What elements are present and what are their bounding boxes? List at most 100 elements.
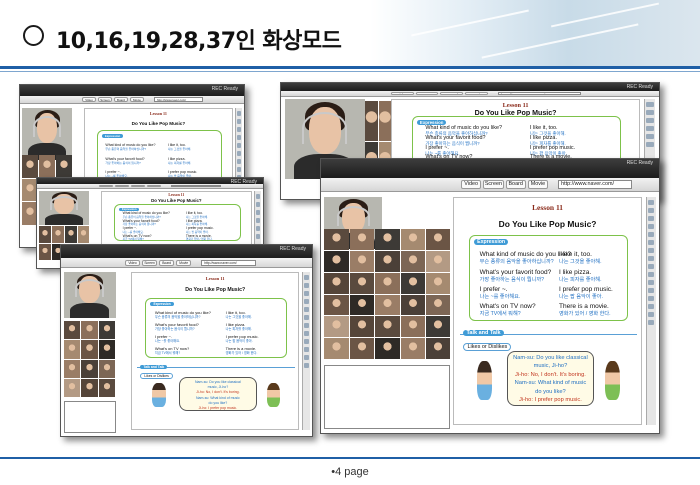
student-thumbnail[interactable]	[365, 101, 378, 141]
chat-panel[interactable]	[324, 365, 451, 429]
header-thin-rule	[0, 71, 700, 72]
student-thumbnail[interactable]	[400, 229, 425, 250]
window-toolbar: VideoScreenBoardMovie http://www.naver.co…	[61, 258, 312, 268]
student-thumbnail[interactable]	[52, 226, 64, 243]
toolbar-button-0[interactable]: Video	[82, 97, 96, 103]
expression-question-translation: 지금 TV에서 뭐해?	[154, 351, 181, 356]
dialogue-line: Nam-su: What kind of music	[514, 380, 587, 387]
toolbar-button-2[interactable]: Board	[440, 91, 464, 96]
url-field[interactable]: http://www.naver.com/	[154, 97, 204, 103]
student-thumbnail[interactable]	[56, 155, 73, 178]
expression-question: What's on TV now?	[479, 303, 536, 311]
student-thumbnail[interactable]	[349, 294, 375, 316]
student-video-grid	[324, 229, 451, 359]
toolbar-button-0[interactable]: Video	[99, 184, 113, 188]
student-thumbnail[interactable]	[39, 243, 51, 260]
expression-answer-translation: 나는 팝 음악이 좋아.	[559, 294, 603, 301]
student-thumbnail[interactable]	[324, 316, 349, 338]
expression-box: Expression What kind of music do you like…	[114, 203, 241, 241]
student-thumbnail[interactable]	[22, 155, 39, 178]
expression-answer-translation: 나는 그것을 좋아해.	[167, 147, 192, 152]
chat-panel[interactable]	[63, 401, 116, 433]
toolbar-button-3[interactable]: Movie	[465, 91, 488, 96]
tool-strip[interactable]	[301, 271, 310, 431]
student-thumbnail[interactable]	[400, 294, 425, 316]
toolbar-button-3[interactable]: Movie	[176, 259, 192, 266]
toolbar-button-1[interactable]: Screen	[98, 97, 112, 103]
toolbar-button-1[interactable]: Screen	[142, 259, 158, 266]
student-thumbnail[interactable]	[375, 272, 400, 294]
student-thumbnail[interactable]	[425, 338, 451, 359]
student-thumbnail[interactable]	[77, 226, 90, 243]
toolbar-button-3[interactable]: Movie	[130, 97, 144, 103]
expression-tag: Expression	[150, 302, 174, 307]
toolbar-button-1[interactable]: Screen	[115, 184, 129, 188]
student-thumbnail[interactable]	[63, 378, 81, 397]
expression-answer-translation: 나는 피자를 좋아해.	[225, 327, 252, 332]
student-thumbnail[interactable]	[400, 272, 425, 294]
student-thumbnail[interactable]	[349, 272, 375, 294]
likes-label: Likes or Dislikes	[140, 372, 173, 379]
student-thumbnail[interactable]	[324, 338, 349, 359]
expression-answer-translation: 영화가 있어 / 영화 한다.	[225, 351, 258, 356]
student-thumbnail[interactable]	[63, 321, 81, 340]
student-thumbnail[interactable]	[349, 316, 375, 338]
student-thumbnail[interactable]	[324, 250, 349, 272]
student-thumbnail[interactable]	[378, 101, 391, 141]
student-thumbnail[interactable]	[400, 338, 425, 359]
student-thumbnail[interactable]	[64, 226, 77, 243]
toolbar-button-2[interactable]: Board	[505, 180, 526, 189]
student-thumbnail[interactable]	[98, 378, 116, 397]
student-thumbnail[interactable]	[324, 272, 349, 294]
student-thumbnail[interactable]	[349, 338, 375, 359]
toolbar-button-2[interactable]: Board	[114, 97, 128, 103]
lesson-number: Lesson 11	[532, 202, 563, 212]
student-thumbnail[interactable]	[63, 359, 81, 378]
toolbar-button-1[interactable]: Screen	[415, 91, 439, 96]
toolbar-button-0[interactable]: Video	[461, 180, 482, 189]
student-thumbnail[interactable]	[324, 229, 349, 250]
student-thumbnail[interactable]	[375, 294, 400, 316]
toolbar-button-1[interactable]: Screen	[483, 180, 504, 189]
student-thumbnail[interactable]	[81, 359, 98, 378]
toolbar-button-2[interactable]: Board	[159, 259, 175, 266]
student-thumbnail[interactable]	[425, 316, 451, 338]
student-thumbnail[interactable]	[425, 229, 451, 250]
student-thumbnail[interactable]	[425, 272, 451, 294]
student-thumbnail[interactable]	[375, 229, 400, 250]
student-thumbnail[interactable]	[98, 321, 116, 340]
toolbar-button-3[interactable]: Movie	[147, 184, 161, 188]
url-field[interactable]: http://www.naver.com/	[558, 180, 633, 189]
student-thumbnail[interactable]	[425, 294, 451, 316]
student-thumbnail[interactable]	[39, 155, 56, 178]
url-field[interactable]: http://www.naver.com/	[171, 184, 221, 188]
whiteboard[interactable]: Lesson 11 Do You Like Pop Music? Expressio…	[131, 271, 300, 431]
student-thumbnail[interactable]	[375, 316, 400, 338]
student-thumbnail[interactable]	[349, 250, 375, 272]
whiteboard[interactable]: Lesson 11 Do You Like Pop Music? Expressio…	[453, 197, 643, 425]
toolbar-button-0[interactable]: Video	[391, 91, 414, 96]
student-thumbnail[interactable]	[98, 359, 116, 378]
student-thumbnail[interactable]	[39, 226, 51, 243]
student-thumbnail[interactable]	[98, 340, 116, 359]
lesson-number: Lesson 11	[168, 193, 185, 198]
student-thumbnail[interactable]	[400, 250, 425, 272]
student-thumbnail[interactable]	[324, 294, 349, 316]
student-thumbnail[interactable]	[375, 338, 400, 359]
student-thumbnail[interactable]	[425, 250, 451, 272]
student-thumbnail[interactable]	[81, 378, 98, 397]
tool-strip[interactable]	[645, 197, 656, 425]
toolbar-button-0[interactable]: Video	[125, 259, 141, 266]
student-thumbnail[interactable]	[63, 340, 81, 359]
student-thumbnail[interactable]	[375, 250, 400, 272]
page-number: •4 page	[331, 466, 369, 478]
expression-tag: Expression	[101, 134, 124, 139]
url-field[interactable]: http://www.naver.com/	[497, 91, 581, 96]
student-thumbnail[interactable]	[349, 229, 375, 250]
toolbar-button-2[interactable]: Board	[131, 184, 145, 188]
student-thumbnail[interactable]	[400, 316, 425, 338]
url-field[interactable]: http://www.naver.com/	[201, 259, 257, 266]
student-thumbnail[interactable]	[81, 321, 98, 340]
toolbar-button-3[interactable]: Movie	[527, 180, 549, 189]
student-thumbnail[interactable]	[81, 340, 98, 359]
